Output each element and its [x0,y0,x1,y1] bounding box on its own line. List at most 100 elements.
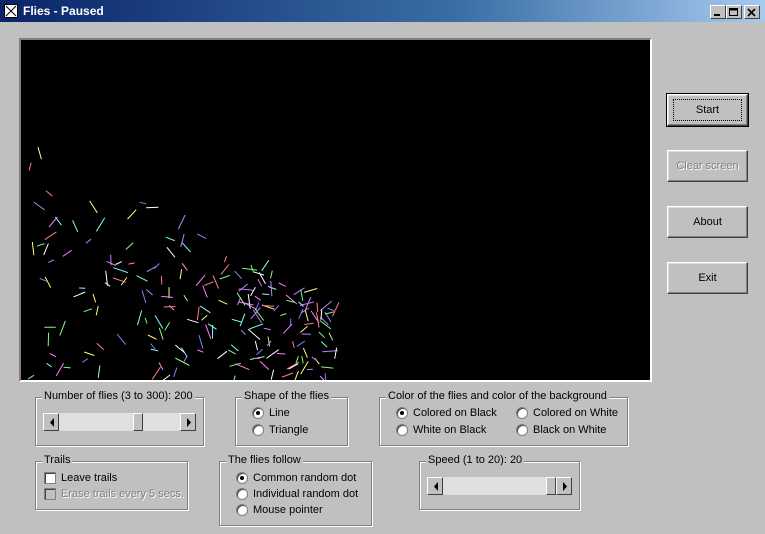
fly-line [249,323,264,330]
fly-line [259,360,270,370]
checkbox-icon[interactable] [44,472,56,484]
fly-line [198,334,204,349]
fly-line [292,341,295,348]
fly-line [144,317,148,324]
fly-line [197,349,204,353]
start-button-label: Start [672,99,743,121]
fly-line [136,310,143,326]
follow-mouse-pointer-label: Mouse pointer [253,504,323,516]
scroll-left-button[interactable] [427,477,443,495]
start-button[interactable]: Start [666,93,749,127]
fly-line [247,328,261,340]
number-of-flies-thumb[interactable] [133,413,143,431]
fly-line [164,321,171,331]
radio-icon[interactable] [516,407,528,419]
fly-line [204,281,214,286]
speed-thumb[interactable] [546,477,556,495]
number-of-flies-slider[interactable] [43,413,196,431]
follow-mouse-pointer-option[interactable]: Mouse pointer [236,504,323,516]
fly-line [112,277,127,283]
minimize-button[interactable] [710,5,726,19]
shape-line-option[interactable]: Line [252,407,290,419]
fly-line [128,262,135,265]
leave-trails-option[interactable]: Leave trails [44,472,117,484]
fly-line [262,293,270,295]
fly-line [327,307,334,312]
flies-canvas[interactable] [19,38,652,382]
color-black-on-white-option[interactable]: Black on White [516,424,606,436]
fly-line [300,325,308,333]
radio-icon[interactable] [396,424,408,436]
fly-line [197,233,207,240]
title-bar[interactable]: Flies - Paused [0,0,765,22]
fly-line [63,366,71,369]
fly-line [153,263,160,269]
color-white-on-black-label: White on Black [413,424,487,436]
radio-icon[interactable] [252,424,264,436]
fly-line [73,291,86,298]
scroll-left-button[interactable] [43,413,59,431]
fly-line [177,214,186,230]
radio-icon[interactable] [252,407,264,419]
fly-line [95,217,106,232]
follow-individual-random-dot-option[interactable]: Individual random dot [236,488,358,500]
fly-line [196,306,200,321]
maximize-button[interactable] [726,5,742,19]
fly-line [294,370,299,380]
trails-group: Trails Leave trails Erase trails every 5… [35,454,188,510]
fly-line [82,358,88,363]
color-white-on-black-option[interactable]: White on Black [396,424,486,436]
about-button[interactable]: About [667,206,748,238]
fly-line [254,295,261,301]
fly-line [202,285,208,298]
fly-line [212,275,220,289]
fly-line [321,366,334,369]
color-colored-on-white-option[interactable]: Colored on White [516,407,618,419]
fly-line [239,313,246,327]
follow-common-random-dot-option[interactable]: Common random dot [236,472,356,484]
radio-icon[interactable] [396,407,408,419]
color-colored-on-black-option[interactable]: Colored on Black [396,407,497,419]
fly-line [304,309,309,322]
fly-line [273,304,280,312]
fly-line [293,287,305,296]
fly-line [37,146,42,160]
radio-icon[interactable] [236,504,248,516]
fly-line [334,347,338,359]
flies-app-icon[interactable] [4,4,18,18]
fly-line [39,278,47,282]
clear-screen-button-label: Clear screen [676,160,739,172]
fly-line [116,333,127,345]
radio-icon[interactable] [236,488,248,500]
color-colored-on-white-label: Colored on White [533,407,618,419]
trails-group-label: Trails [42,454,73,466]
radio-icon[interactable] [236,472,248,484]
window-title: Flies - Paused [23,4,104,18]
about-button-label: About [693,216,722,228]
speed-slider[interactable] [427,477,572,495]
fly-line [261,259,270,271]
fly-line [166,246,176,258]
fly-line [281,372,294,378]
fly-line [238,301,254,306]
clear-screen-button: Clear screen [667,150,748,182]
speed-group: Speed (1 to 20): 20 [419,454,580,510]
fly-line [233,375,236,380]
fly-line [298,308,304,319]
fly-line [72,220,79,233]
fly-line [175,357,190,366]
close-button[interactable] [744,5,760,19]
shape-triangle-option[interactable]: Triangle [252,424,308,436]
leave-trails-label: Leave trails [61,472,118,484]
exit-button[interactable]: Exit [667,262,748,294]
erase-trails-label: Erase trails every 5 secs. [61,488,184,500]
radio-icon[interactable] [516,424,528,436]
scroll-right-button[interactable] [556,477,572,495]
fly-line [310,310,320,324]
fly-line [320,341,328,348]
arrow-left-icon [434,482,438,491]
scroll-right-button[interactable] [180,413,196,431]
color-black-on-white-label: Black on White [533,424,607,436]
fly-line [303,288,318,293]
fly-line [282,323,293,334]
